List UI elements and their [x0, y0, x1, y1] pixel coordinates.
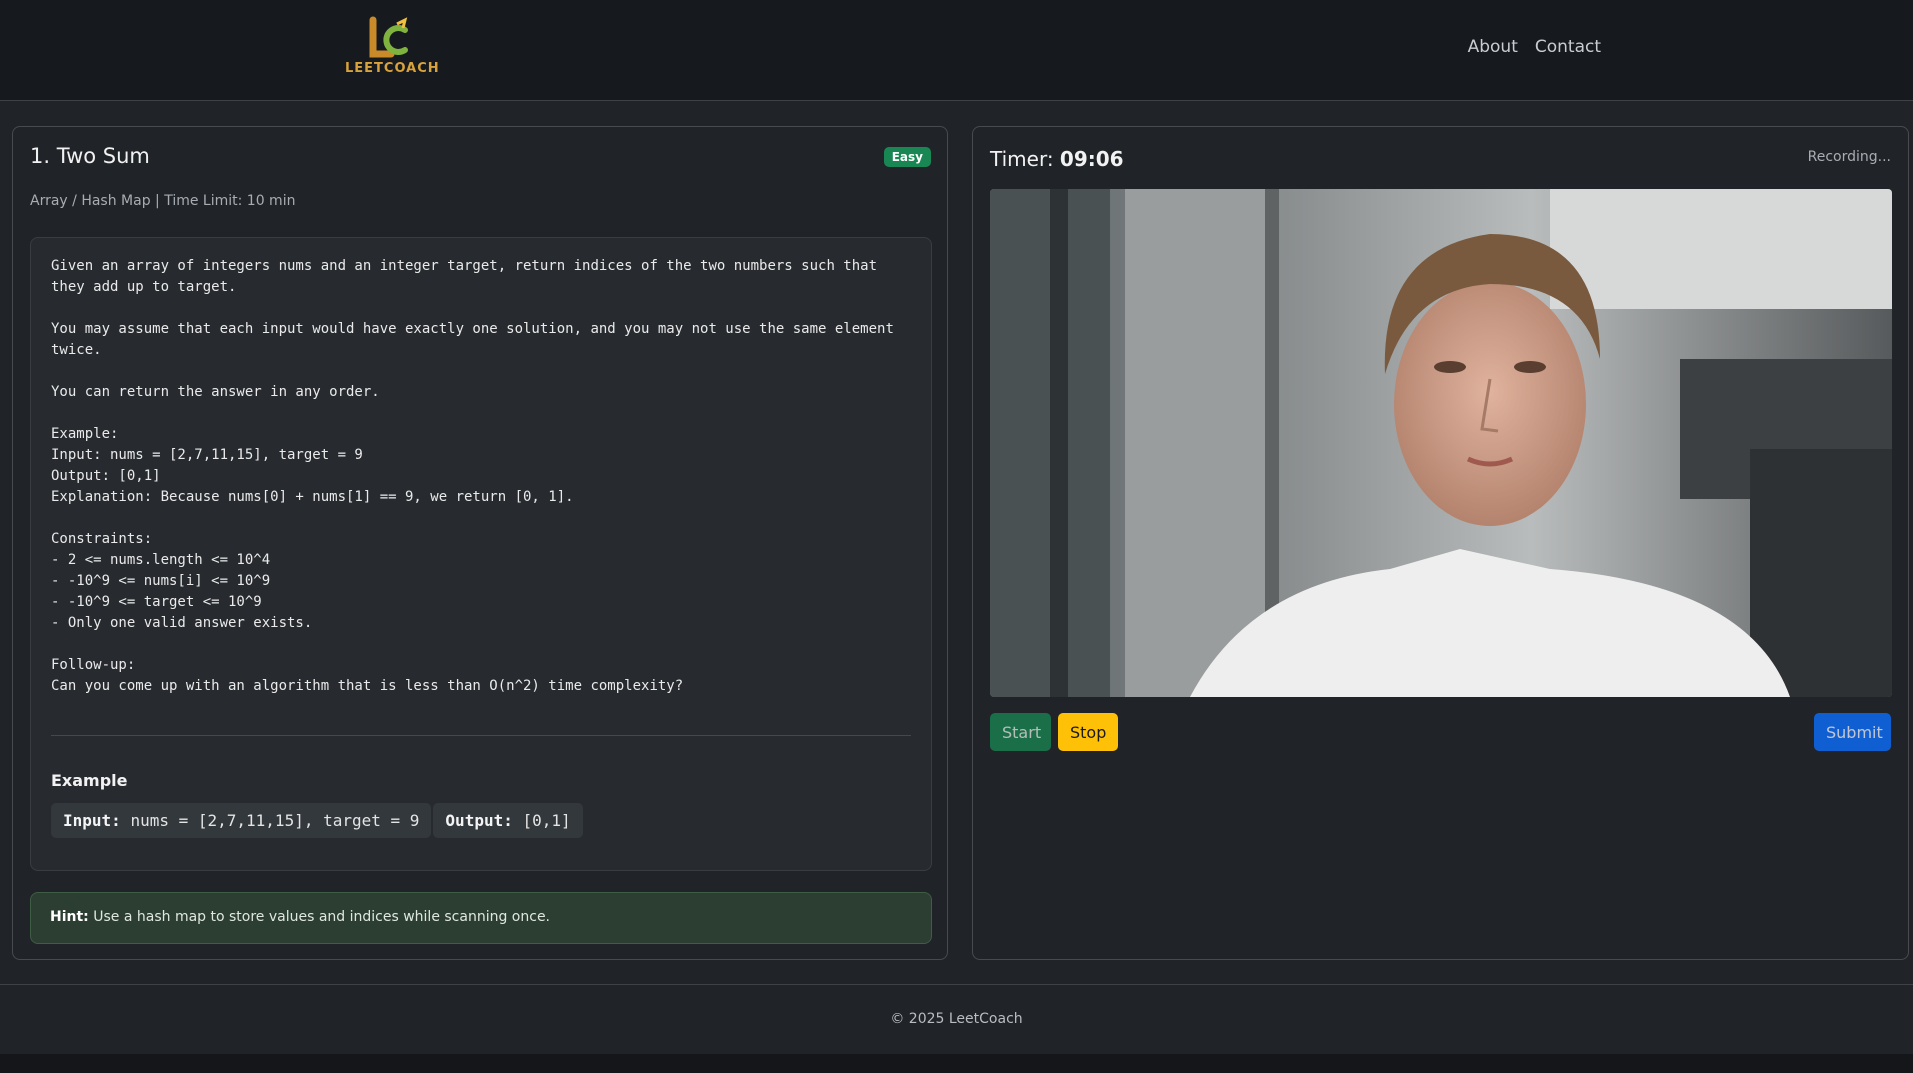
webcam-video [990, 189, 1892, 697]
example-heading: Example [51, 771, 128, 790]
nav-about-link[interactable]: About [1468, 37, 1518, 57]
difficulty-badge: Easy [883, 147, 931, 167]
hint-text: Use a hash map to store values and indic… [93, 909, 551, 925]
footer: © 2025 LeetCoach [0, 984, 1913, 1054]
hint-label: Hint: [50, 909, 89, 925]
recorder-card: Timer: 09:06 Recording... Start Stop Sub… [972, 126, 1909, 960]
stop-button[interactable]: Stop [1058, 713, 1118, 751]
submit-button[interactable]: Submit [1814, 713, 1891, 751]
bottom-strip [0, 1054, 1913, 1073]
hint-alert: Hint: Use a hash map to store values and… [30, 892, 932, 944]
timer-value: 09:06 [1059, 147, 1124, 171]
example-output-label: Output: [445, 811, 513, 830]
divider [51, 735, 911, 736]
timer: Timer: 09:06 [990, 147, 1124, 171]
problem-meta: Array / Hash Map | Time Limit: 10 min [30, 193, 296, 209]
recording-status: Recording... [1807, 149, 1891, 165]
problem-description-box: Given an array of integers nums and an i… [30, 237, 932, 871]
problem-title: 1. Two Sum [30, 144, 150, 168]
nav-contact-link[interactable]: Contact [1535, 37, 1601, 57]
webcam-feed-image [990, 189, 1892, 697]
start-button[interactable]: Start [990, 713, 1051, 751]
example-input-code: Input: nums = [2,7,11,15], target = 9 [51, 803, 432, 838]
example-output-code: Output: [0,1] [433, 803, 583, 838]
logo-mark-icon [369, 16, 408, 58]
timer-label: Timer: [990, 147, 1054, 171]
logo[interactable]: LEETCOACH [345, 16, 440, 78]
logo-text: LEETCOACH [345, 61, 440, 76]
example-output-value: [0,1] [522, 811, 571, 830]
problem-description: Given an array of integers nums and an i… [51, 258, 894, 694]
problem-card: 1. Two Sum Easy Array / Hash Map | Time … [12, 126, 948, 960]
nav-links: About Contact [1468, 37, 1601, 57]
footer-copyright: © 2025 LeetCoach [890, 1011, 1023, 1027]
navbar: LEETCOACH About Contact [0, 0, 1913, 101]
example-input-value: nums = [2,7,11,15], target = 9 [130, 811, 420, 830]
example-input-label: Input: [63, 811, 121, 830]
example-codes: Input: nums = [2,7,11,15], target = 9 Ou… [51, 803, 583, 838]
